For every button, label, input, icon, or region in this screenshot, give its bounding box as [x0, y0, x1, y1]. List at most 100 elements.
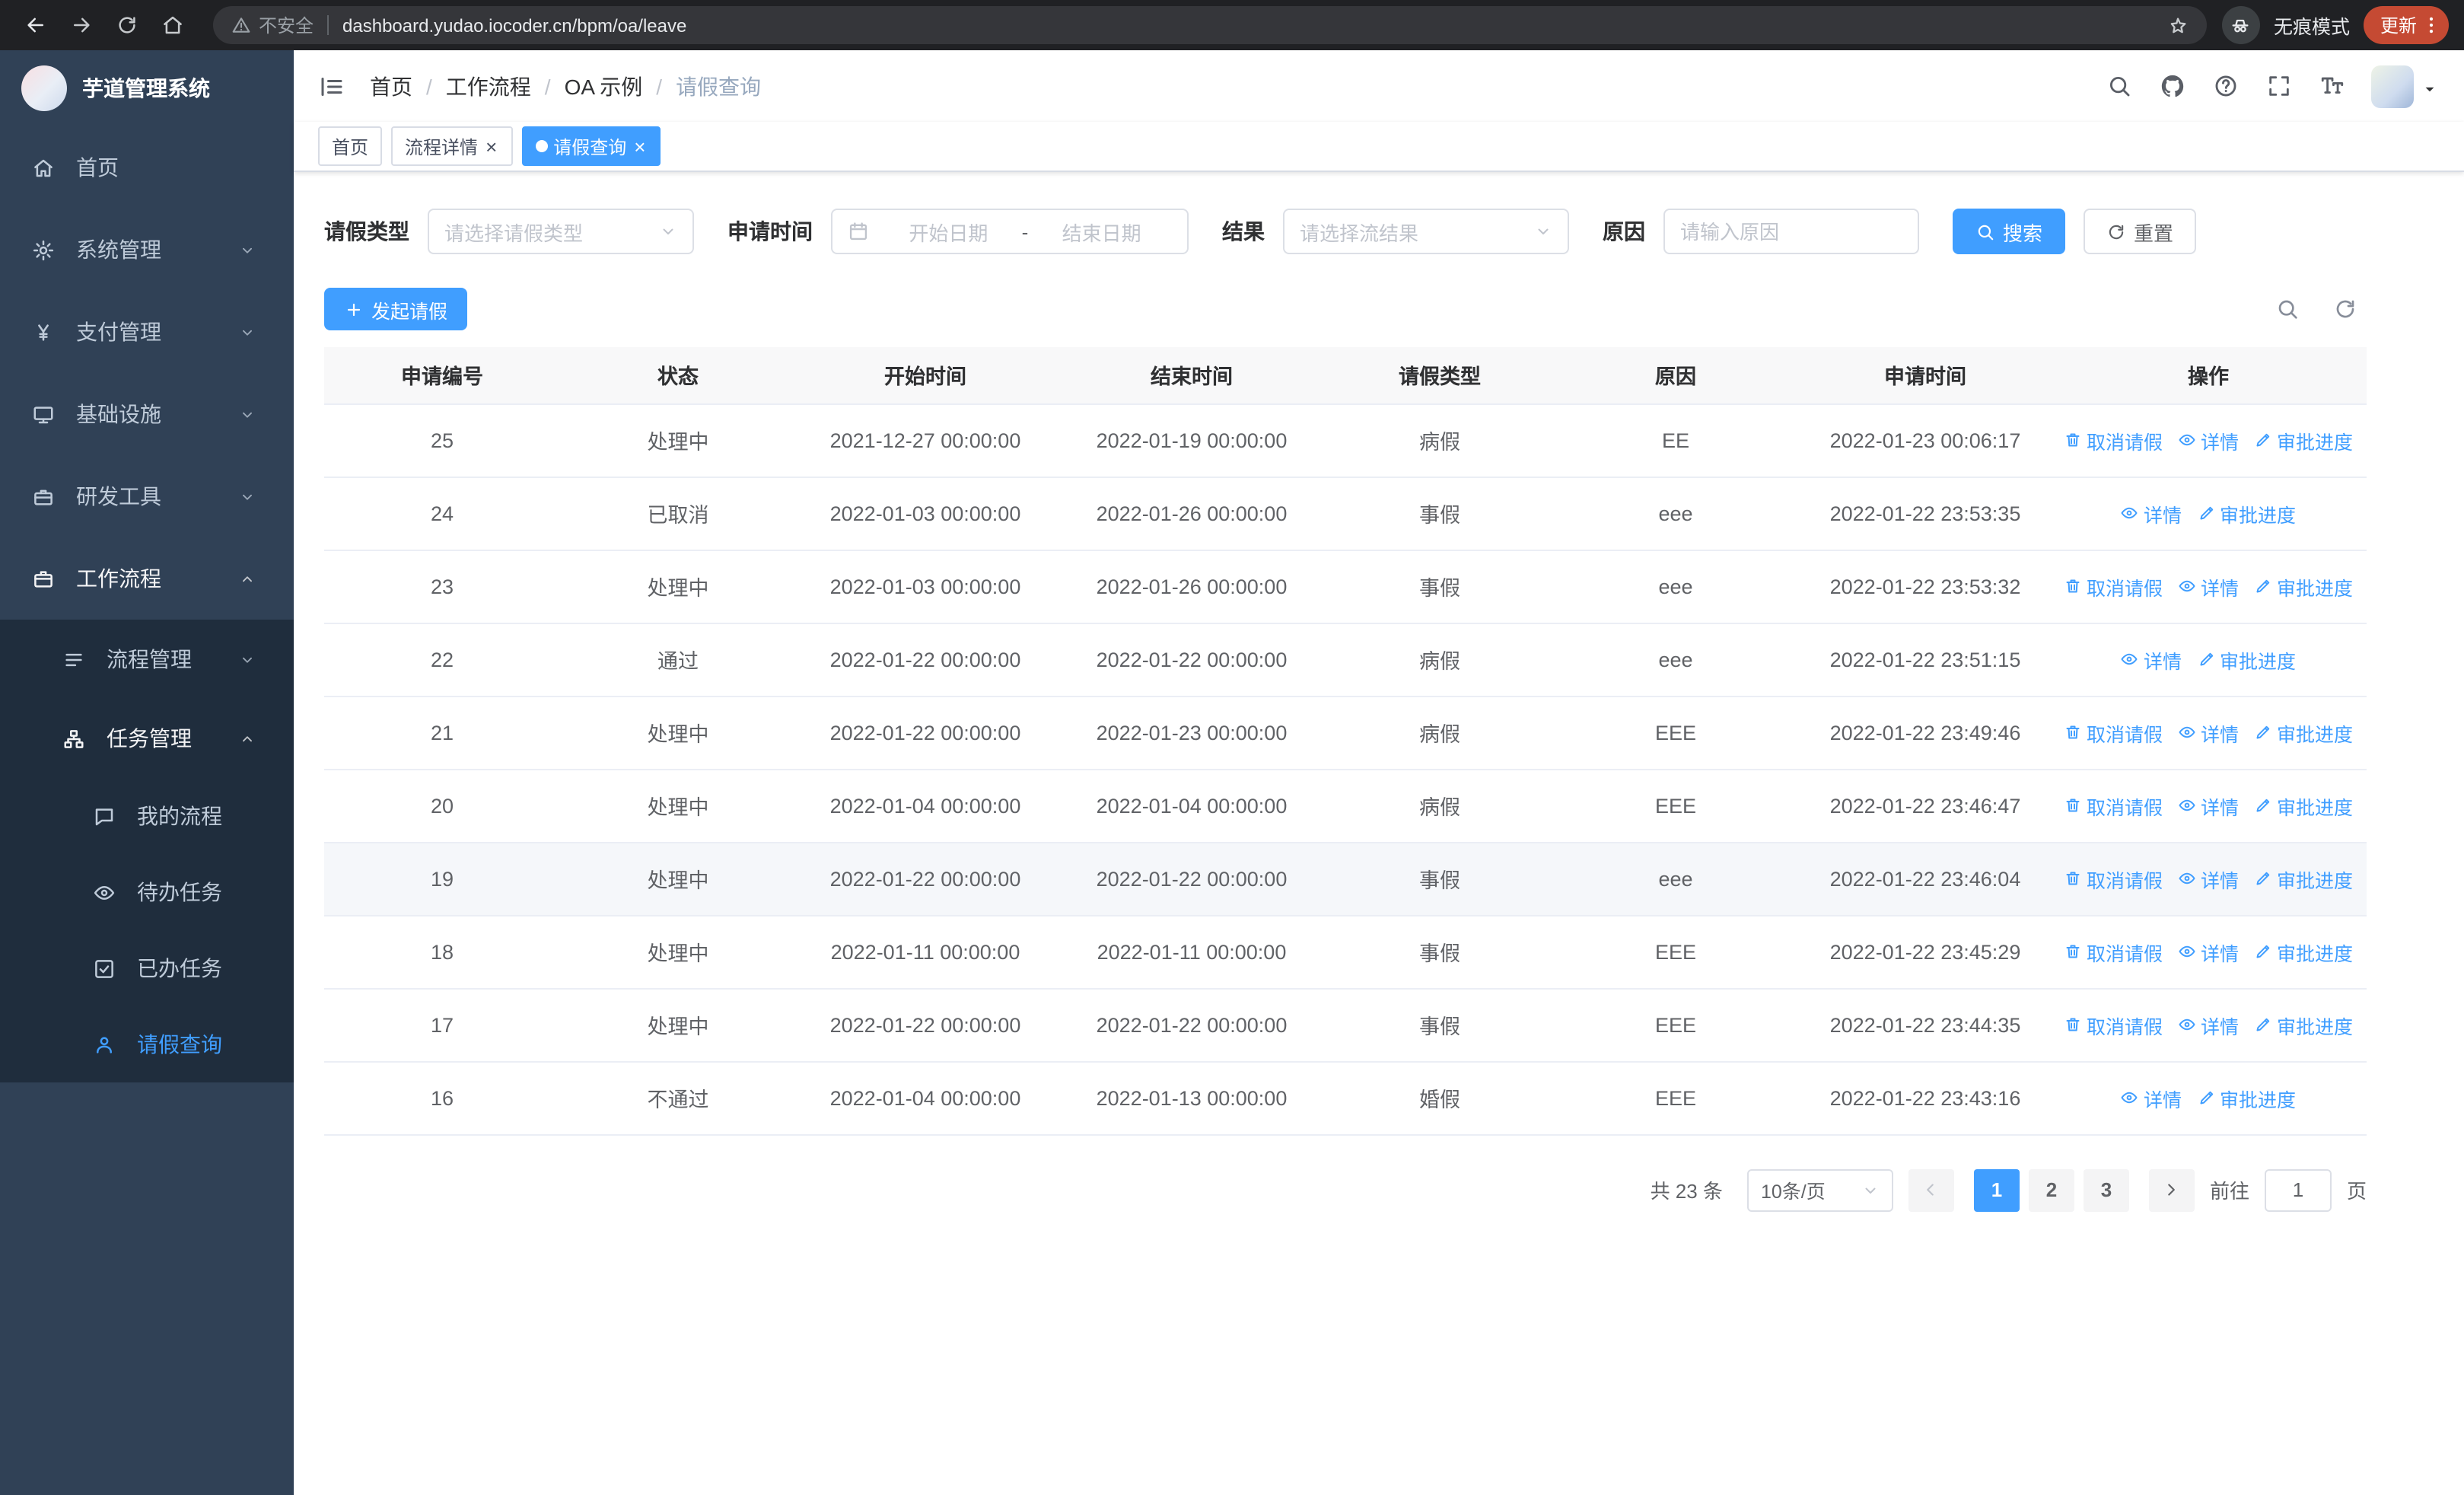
detail-link[interactable]: 详情	[2178, 1010, 2239, 1039]
sidebar-item-task-mgmt[interactable]: 任务管理	[0, 699, 294, 778]
toggle-search-icon[interactable]	[2275, 297, 2300, 321]
table-row: 23 处理中 2022-01-03 00:00:00 2022-01-26 00:00…	[324, 550, 2367, 623]
sidebar-item-infrastructure[interactable]: 基础设施	[0, 373, 294, 455]
approval-progress-link[interactable]: 审批进度	[2254, 791, 2353, 820]
cell-end-time: 2022-01-22 00:00:00	[1055, 842, 1329, 916]
sidebar-item-process-mgmt[interactable]: 流程管理	[0, 620, 294, 699]
home-icon	[27, 156, 58, 179]
approval-progress-link[interactable]: 审批进度	[2254, 1010, 2353, 1039]
avatar-caret-icon[interactable]	[2420, 78, 2440, 98]
tab-label: 请假查询	[553, 136, 627, 158]
prev-page-button[interactable]	[1908, 1168, 1954, 1211]
goto-page-input[interactable]	[2264, 1168, 2332, 1211]
next-page-button[interactable]	[2148, 1168, 2195, 1211]
approval-progress-link[interactable]: 审批进度	[2254, 937, 2353, 966]
sidebar-item-payment-mgmt[interactable]: 支付管理	[0, 291, 294, 373]
cell-start-time: 2022-01-22 00:00:00	[796, 623, 1055, 696]
detail-link[interactable]: 详情	[2178, 791, 2239, 820]
sidebar-item-leave-query[interactable]: 请假查询	[0, 1006, 294, 1082]
table-row: 18 处理中 2022-01-11 00:00:00 2022-01-11 00:00…	[324, 915, 2367, 989]
sidebar-item-workflow[interactable]: 工作流程	[0, 537, 294, 620]
app-logo: 芋道管理系统	[0, 50, 294, 126]
detail-link[interactable]: 详情	[2178, 718, 2239, 747]
detail-link[interactable]: 详情	[2178, 864, 2239, 893]
browser-menu-dots-icon[interactable]	[2420, 14, 2443, 37]
eye-icon	[2121, 504, 2139, 522]
tab-home[interactable]: 首页	[318, 126, 383, 166]
close-icon[interactable]: ×	[632, 136, 647, 156]
table-header-row: 申请编号 状态 开始时间 结束时间 请假类型 原因 申请时间 操作	[324, 347, 2367, 404]
user-avatar[interactable]	[2371, 65, 2414, 107]
approval-progress-link[interactable]: 审批进度	[2254, 426, 2353, 454]
tab-leave-query[interactable]: 请假查询 ×	[521, 126, 661, 166]
page-button-1[interactable]: 1	[1973, 1168, 2020, 1211]
cancel-leave-link[interactable]: 取消请假	[2064, 791, 2163, 820]
sidebar-item-todo-tasks[interactable]: 待办任务	[0, 854, 294, 930]
cancel-leave-link[interactable]: 取消请假	[2064, 1010, 2163, 1039]
detail-link[interactable]: 详情	[2178, 937, 2239, 966]
font-size-icon[interactable]	[2306, 73, 2359, 99]
approval-progress-link[interactable]: 审批进度	[2197, 645, 2296, 674]
cancel-leave-link[interactable]: 取消请假	[2064, 718, 2163, 747]
refresh-table-icon[interactable]	[2333, 297, 2357, 321]
breadcrumb-item[interactable]: 首页	[370, 71, 412, 101]
cancel-leave-link[interactable]: 取消请假	[2064, 426, 2163, 454]
apply-time-range-picker[interactable]: 开始日期 - 结束日期	[831, 209, 1189, 254]
sidebar-item-home[interactable]: 首页	[0, 126, 294, 209]
detail-link[interactable]: 详情	[2121, 645, 2182, 674]
filter-form: 请假类型 请选择请假类型 申请时间 开始日期 - 结束日期 结果 请选择流结果 …	[324, 209, 2367, 254]
reason-input[interactable]	[1663, 209, 1919, 254]
page-size-select[interactable]: 10条/页	[1746, 1168, 1893, 1211]
cell-end-time: 2022-01-26 00:00:00	[1055, 550, 1329, 623]
reload-icon[interactable]	[107, 5, 148, 46]
create-leave-button[interactable]: 发起请假	[324, 288, 468, 330]
leave-type-select[interactable]: 请选择请假类型	[428, 209, 694, 254]
sidebar-fold-icon[interactable]	[318, 72, 345, 100]
breadcrumb-item[interactable]: OA 示例	[565, 71, 643, 101]
delete-icon	[2064, 942, 2082, 961]
detail-link[interactable]: 详情	[2178, 426, 2239, 454]
navbar-actions	[2093, 65, 2440, 107]
page-button-3[interactable]: 3	[2083, 1168, 2129, 1211]
cell-reason: EEE	[1551, 769, 1800, 843]
cancel-leave-link[interactable]: 取消请假	[2064, 937, 2163, 966]
search-icon[interactable]	[2093, 73, 2146, 99]
approval-progress-link[interactable]: 审批进度	[2197, 499, 2296, 528]
sidebar-item-system-mgmt[interactable]: 系统管理	[0, 209, 294, 291]
close-icon[interactable]: ×	[484, 136, 498, 156]
table-row: 17 处理中 2022-01-22 00:00:00 2022-01-22 00:00…	[324, 988, 2367, 1062]
approval-progress-link[interactable]: 审批进度	[2254, 572, 2353, 601]
reset-button[interactable]: 重置	[2084, 209, 2197, 254]
github-icon[interactable]	[2146, 73, 2199, 99]
sidebar-item-my-process[interactable]: 我的流程	[0, 778, 294, 854]
detail-link[interactable]: 详情	[2121, 499, 2182, 528]
approval-progress-link[interactable]: 审批进度	[2254, 864, 2353, 893]
sidebar-item-done-tasks[interactable]: 已办任务	[0, 930, 294, 1006]
chevron-up-icon	[236, 730, 257, 747]
forward-icon[interactable]	[61, 5, 102, 46]
address-bar[interactable]: 不安全 dashboard.yudao.iocoder.cn/bpm/oa/le…	[213, 6, 2207, 44]
page-button-2[interactable]: 2	[2028, 1168, 2074, 1211]
cell-leave-type: 事假	[1329, 550, 1551, 623]
back-icon[interactable]	[15, 5, 56, 46]
bookmark-star-icon[interactable]	[2167, 14, 2189, 36]
cell-reason: eee	[1551, 842, 1800, 916]
cancel-leave-link[interactable]: 取消请假	[2064, 572, 2163, 601]
breadcrumb-item[interactable]: 工作流程	[446, 71, 531, 101]
sidebar-item-dev-tools[interactable]: 研发工具	[0, 455, 294, 537]
cell-status: 处理中	[560, 915, 796, 989]
cancel-leave-link[interactable]: 取消请假	[2064, 864, 2163, 893]
divider	[327, 15, 329, 35]
search-button[interactable]: 搜索	[1953, 209, 2066, 254]
tab-process-detail[interactable]: 流程详情 ×	[391, 126, 513, 166]
cell-reason: eee	[1551, 550, 1800, 623]
browser-home-icon[interactable]	[152, 5, 193, 46]
help-icon[interactable]	[2199, 73, 2252, 99]
update-button[interactable]: 更新	[2363, 6, 2449, 44]
result-select[interactable]: 请选择流结果	[1283, 209, 1569, 254]
approval-progress-link[interactable]: 审批进度	[2254, 718, 2353, 747]
detail-link[interactable]: 详情	[2178, 572, 2239, 601]
fullscreen-icon[interactable]	[2252, 73, 2306, 99]
detail-link[interactable]: 详情	[2121, 1083, 2182, 1112]
approval-progress-link[interactable]: 审批进度	[2197, 1083, 2296, 1112]
